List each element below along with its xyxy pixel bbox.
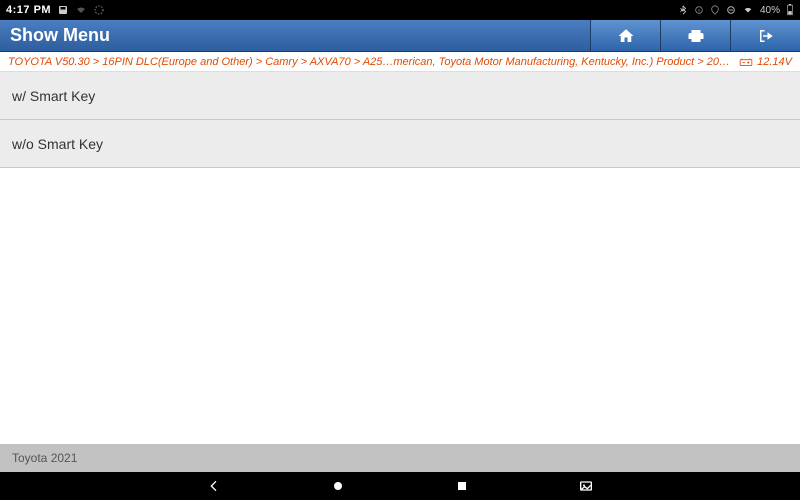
circle-icon (330, 478, 346, 494)
menu-item-with-smart-key[interactable]: w/ Smart Key (0, 72, 800, 120)
battery-percent: 40% (760, 5, 780, 16)
voltage-value: 12.14V (757, 56, 792, 68)
nav-home-button[interactable] (326, 474, 350, 498)
print-icon (687, 27, 705, 45)
print-button[interactable] (660, 20, 730, 51)
nav-recent-button[interactable] (450, 474, 474, 498)
save-icon (57, 4, 69, 16)
shield-icon (93, 4, 105, 16)
nav-back-button[interactable] (202, 474, 226, 498)
dnd-icon (726, 5, 736, 15)
info-icon (694, 5, 704, 15)
app-title-bar: Show Menu (0, 20, 800, 52)
home-icon (617, 27, 635, 45)
wifi-icon (742, 5, 754, 15)
menu-item-without-smart-key[interactable]: w/o Smart Key (0, 120, 800, 168)
status-time: 4:17 PM (6, 4, 51, 16)
menu-list: w/ Smart Key w/o Smart Key (0, 72, 800, 444)
exit-icon (757, 27, 775, 45)
wifi-weak-icon (75, 4, 87, 16)
android-status-bar: 4:17 PM (0, 0, 800, 20)
android-nav-bar (0, 472, 800, 500)
nav-screenshot-button[interactable] (574, 474, 598, 498)
page-title: Show Menu (0, 25, 110, 46)
breadcrumb-text: TOYOTA V50.30 > 16PIN DLC(Europe and Oth… (8, 56, 731, 68)
exit-button[interactable] (730, 20, 800, 51)
menu-item-label: w/ Smart Key (12, 88, 95, 104)
bluetooth-icon (678, 4, 688, 16)
breadcrumb: TOYOTA V50.30 > 16PIN DLC(Europe and Oth… (0, 52, 800, 72)
location-icon (710, 4, 720, 16)
battery-voltage: 12.14V (731, 56, 792, 68)
home-button[interactable] (590, 20, 660, 51)
car-battery-icon (739, 56, 753, 68)
square-icon (454, 478, 470, 494)
gallery-icon (578, 478, 594, 494)
footer-bar: Toyota 2021 (0, 444, 800, 472)
battery-icon (786, 4, 794, 16)
chevron-left-icon (206, 478, 222, 494)
footer-text: Toyota 2021 (12, 451, 77, 465)
menu-item-label: w/o Smart Key (12, 136, 103, 152)
